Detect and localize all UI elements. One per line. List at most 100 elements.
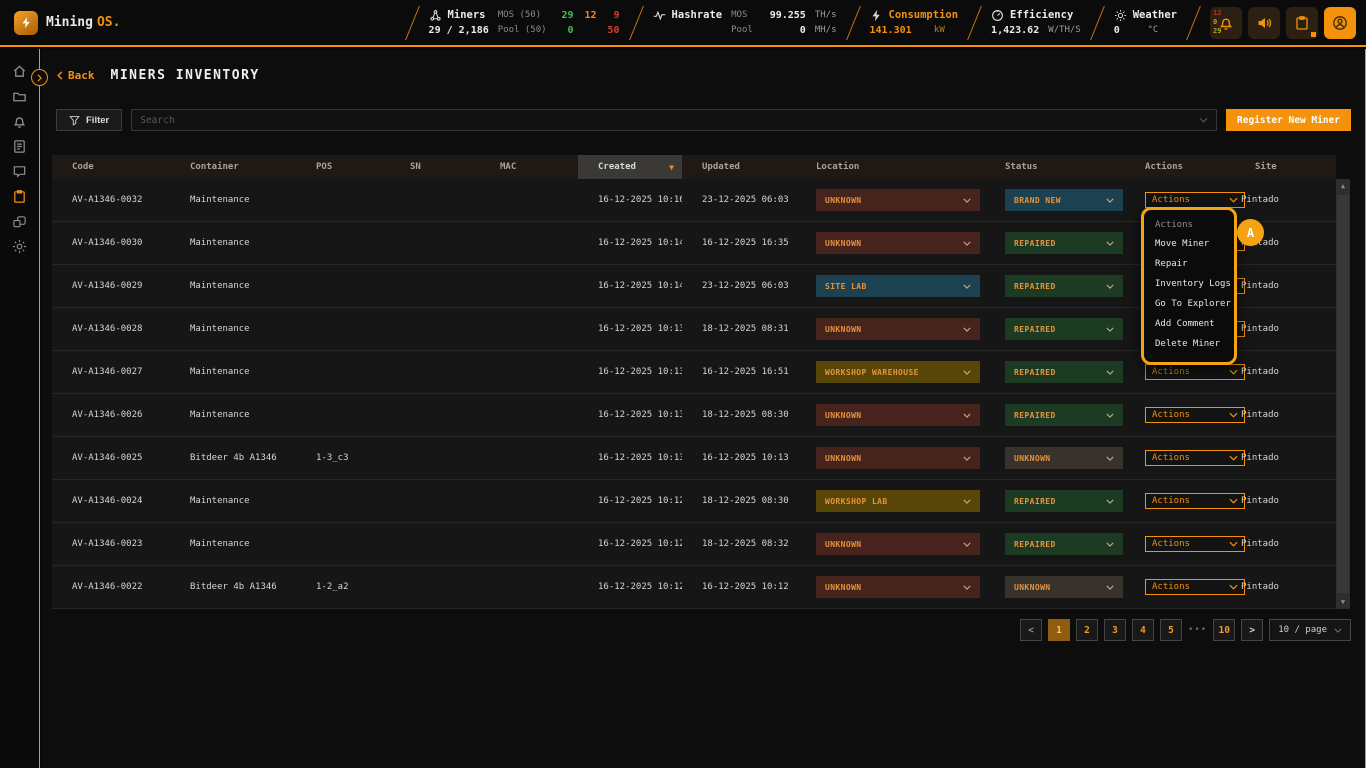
bell-button[interactable]: 12029 (1210, 7, 1242, 39)
miners-pool-err: 50 (606, 25, 620, 36)
location-select[interactable]: SITE LAB (816, 275, 980, 297)
actions-select[interactable]: Actions (1145, 407, 1245, 423)
cell-updated: 18-12-2025 08:30 (682, 410, 796, 420)
menu-item-delete-miner[interactable]: Delete Miner (1144, 334, 1234, 354)
status-select[interactable]: REPAIRED (1005, 404, 1123, 426)
main-content: Back MINERS INVENTORY Filter Register Ne… (41, 49, 1366, 768)
page-button-4[interactable]: 4 (1132, 619, 1154, 641)
location-select[interactable]: WORKSHOP WAREHOUSE (816, 361, 980, 383)
cell-created: 16-12-2025 10:16 (578, 195, 682, 205)
scroll-down-icon[interactable]: ▼ (1336, 595, 1350, 609)
clipboard-icon (1294, 15, 1310, 31)
scrollbar-thumb[interactable] (1337, 195, 1349, 593)
col-header-updated[interactable]: Updated (682, 155, 796, 179)
sidebar-item-bell[interactable] (7, 113, 33, 129)
cell-updated: 16-12-2025 10:13 (682, 453, 796, 463)
status-select-label: UNKNOWN (1014, 454, 1051, 463)
page-size-select[interactable]: 10 / page (1269, 619, 1351, 641)
col-header-container[interactable]: Container (170, 155, 296, 179)
sidebar-expand-toggle[interactable] (31, 69, 48, 86)
location-select[interactable]: UNKNOWN (816, 232, 980, 254)
location-select-label: UNKNOWN (825, 196, 862, 205)
sidebar-item-folder[interactable] (7, 88, 33, 104)
status-select[interactable]: REPAIRED (1005, 275, 1123, 297)
status-select[interactable]: BRAND NEW (1005, 189, 1123, 211)
col-header-actions[interactable]: Actions (1125, 155, 1235, 179)
page-head: Back MINERS INVENTORY (57, 68, 260, 83)
sidebar-item-clipboard[interactable] (7, 188, 33, 204)
page-button-3[interactable]: 3 (1104, 619, 1126, 641)
location-select-label: UNKNOWN (825, 411, 862, 420)
actions-select[interactable]: Actions (1145, 192, 1245, 208)
speaker-button[interactable] (1248, 7, 1280, 39)
actions-select-label: Actions (1152, 496, 1190, 506)
status-select[interactable]: REPAIRED (1005, 490, 1123, 512)
col-header-mac[interactable]: MAC (480, 155, 578, 179)
actions-select[interactable]: Actions (1145, 579, 1245, 595)
menu-item-go-to-explorer[interactable]: Go To Explorer (1144, 294, 1234, 314)
status-select[interactable]: REPAIRED (1005, 318, 1123, 340)
last-page-button[interactable]: 10 (1213, 619, 1235, 641)
col-header-sn[interactable]: SN (390, 155, 480, 179)
location-select[interactable]: UNKNOWN (816, 318, 980, 340)
register-new-miner-button[interactable]: Register New Miner (1226, 109, 1351, 131)
user-button[interactable] (1324, 7, 1356, 39)
status-select[interactable]: REPAIRED (1005, 361, 1123, 383)
sidebar-item-document[interactable] (7, 138, 33, 154)
search-input[interactable] (140, 115, 1199, 126)
actions-select[interactable]: Actions (1145, 493, 1245, 509)
miners-count: 29 / 2,186 (429, 25, 489, 36)
location-select[interactable]: UNKNOWN (816, 533, 980, 555)
topbar-buttons: 12029 (1198, 7, 1366, 39)
location-select[interactable]: UNKNOWN (816, 189, 980, 211)
menu-item-add-comment[interactable]: Add Comment (1144, 314, 1234, 334)
prev-page-button[interactable]: < (1020, 619, 1042, 641)
cell-site: Pintado (1235, 324, 1336, 334)
miners-pool-ok: 0 (556, 25, 574, 36)
chevron-down-icon (1106, 542, 1114, 547)
page-button-1[interactable]: 1 (1048, 619, 1070, 641)
status-select[interactable]: REPAIRED (1005, 232, 1123, 254)
menu-item-inventory-logs[interactable]: Inventory Logs (1144, 274, 1234, 294)
brand-name: Mining (46, 15, 93, 30)
status-select[interactable]: REPAIRED (1005, 533, 1123, 555)
chevron-down-icon (963, 585, 971, 590)
hashrate-mos-label: MOS (731, 10, 753, 20)
clipboard-button[interactable] (1286, 7, 1318, 39)
filter-button[interactable]: Filter (56, 109, 122, 131)
col-header-code[interactable]: Code (52, 155, 170, 179)
page-button-2[interactable]: 2 (1076, 619, 1098, 641)
page-button-5[interactable]: 5 (1160, 619, 1182, 641)
table-row-AV-A1346-0022: AV-A1346-0022Bitdeer 4b A13461-2_a216-12… (52, 566, 1336, 609)
location-select[interactable]: UNKNOWN (816, 576, 980, 598)
hashrate-mos-value: 99.255 (762, 10, 806, 21)
sidebar-item-chat[interactable] (7, 163, 33, 179)
menu-item-repair[interactable]: Repair (1144, 254, 1234, 274)
location-select[interactable]: UNKNOWN (816, 447, 980, 469)
cell-container: Maintenance (170, 238, 296, 248)
sidebar-item-assets[interactable] (7, 213, 33, 229)
location-select[interactable]: UNKNOWN (816, 404, 980, 426)
col-header-location[interactable]: Location (796, 155, 985, 179)
status-select[interactable]: UNKNOWN (1005, 576, 1123, 598)
col-header-site[interactable]: Site (1235, 155, 1336, 179)
filter-label: Filter (86, 115, 109, 126)
actions-select[interactable]: Actions (1145, 364, 1245, 380)
next-page-button[interactable]: > (1241, 619, 1263, 641)
col-header-status[interactable]: Status (985, 155, 1125, 179)
scroll-up-icon[interactable]: ▲ (1336, 179, 1350, 193)
table-scrollbar[interactable]: ▲ ▼ (1336, 179, 1350, 609)
location-select[interactable]: WORKSHOP LAB (816, 490, 980, 512)
col-header-pos[interactable]: POS (296, 155, 390, 179)
sidebar-item-home[interactable] (7, 63, 33, 79)
cell-updated: 23-12-2025 06:03 (682, 195, 796, 205)
col-header-created[interactable]: Created▼ (578, 155, 682, 179)
chevron-down-icon (1334, 628, 1342, 633)
menu-item-move-miner[interactable]: Move Miner (1144, 234, 1234, 254)
status-select[interactable]: UNKNOWN (1005, 447, 1123, 469)
efficiency-value: 1,423.62 (991, 25, 1039, 36)
back-button[interactable]: Back (57, 69, 95, 82)
sidebar-item-gear[interactable] (7, 238, 33, 254)
actions-select[interactable]: Actions (1145, 450, 1245, 466)
actions-select[interactable]: Actions (1145, 536, 1245, 552)
